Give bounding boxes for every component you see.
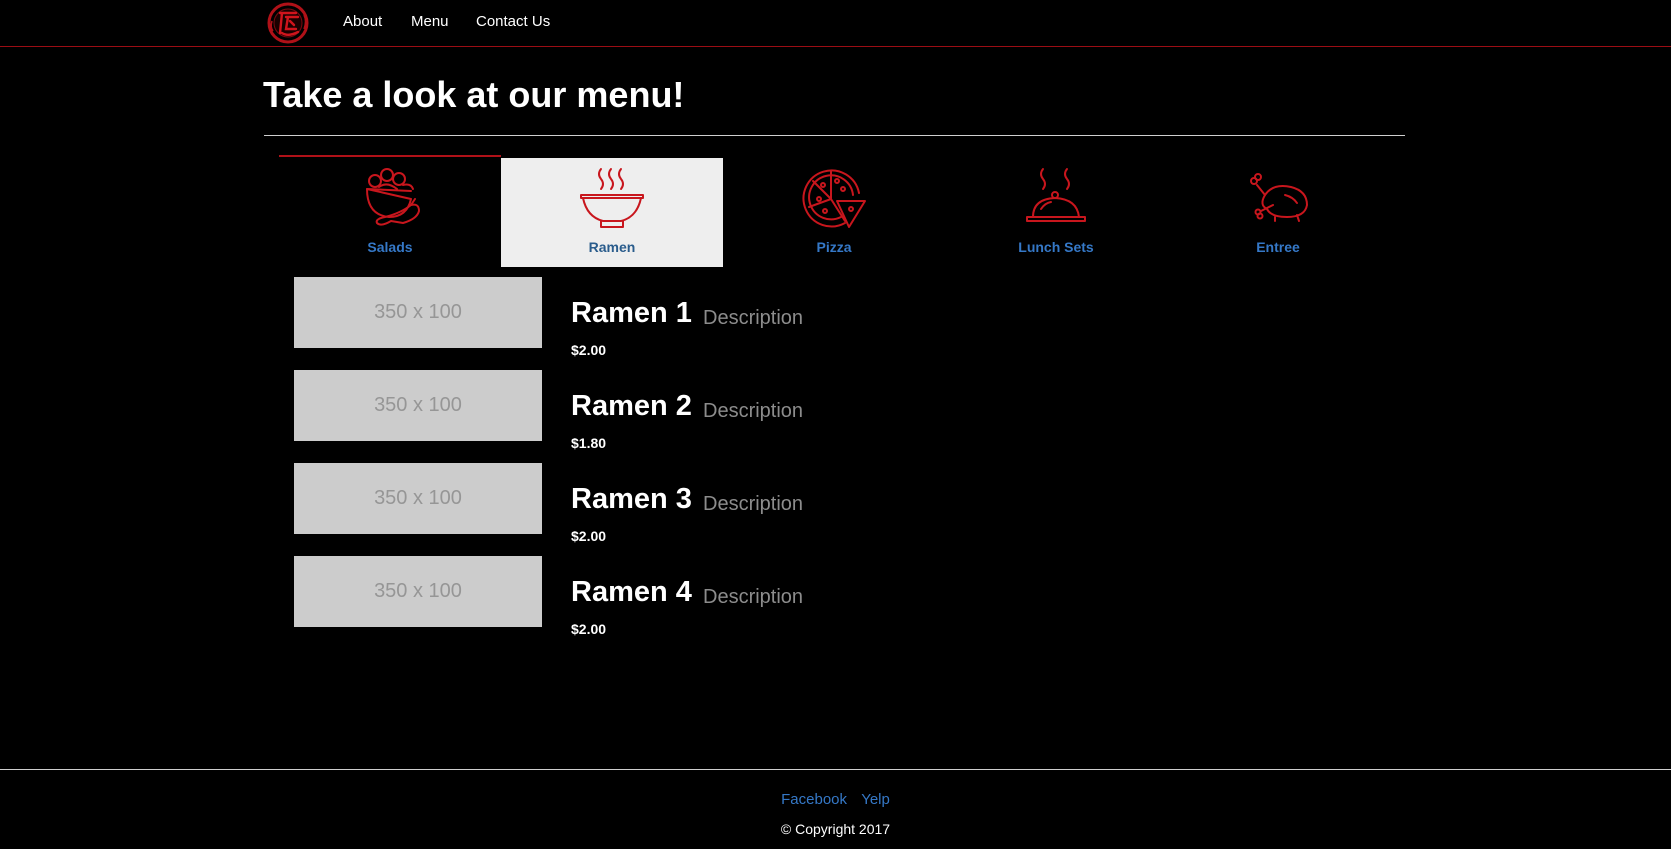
tab-ramen-label: Ramen xyxy=(588,239,636,255)
ramen-bowl-icon xyxy=(580,168,644,228)
page-title: Take a look at our menu! xyxy=(263,74,685,115)
menu-item-price: $2.00 xyxy=(571,528,607,544)
pizza-icon xyxy=(802,169,866,228)
menu-item-description: Description xyxy=(703,586,804,608)
nav-menu-link[interactable]: Menu xyxy=(411,13,449,30)
menu-item-image-placeholder: 350 x 100 xyxy=(294,370,542,441)
footer-links: Facebook Yelp xyxy=(0,791,1671,808)
restaurant-logo-icon[interactable] xyxy=(264,1,312,45)
menu-item: 350 x 100 Ramen 1 Description $2.00 xyxy=(294,277,1094,358)
menu-item-price: $2.00 xyxy=(571,342,607,358)
menu-item-description: Description xyxy=(703,493,804,515)
cloche-icon xyxy=(1026,168,1086,222)
title-divider xyxy=(264,135,1405,136)
nav-about-link[interactable]: About xyxy=(343,13,382,30)
tab-pizza[interactable]: Pizza xyxy=(723,155,945,267)
menu-item: 350 x 100 Ramen 2 Description $1.80 xyxy=(294,370,1094,451)
tab-entree[interactable]: Entree xyxy=(1167,155,1389,267)
salad-icon xyxy=(366,168,420,226)
tab-lunch-sets-label: Lunch Sets xyxy=(1018,239,1094,255)
roast-chicken-icon xyxy=(1250,173,1308,222)
menu-category-tabs: Salads Ramen Pizza Lunch Sets Entree xyxy=(279,155,1389,267)
menu-item: 350 x 100 Ramen 3 Description $2.00 xyxy=(294,463,1094,544)
menu-item-description: Description xyxy=(703,307,804,329)
menu-item-price: $2.00 xyxy=(571,621,607,637)
tab-entree-label: Entree xyxy=(1256,239,1300,255)
menu-item-image-placeholder: 350 x 100 xyxy=(294,556,542,627)
tab-salads-label: Salads xyxy=(367,239,413,255)
menu-item-name: Ramen 3 xyxy=(571,483,692,515)
menu-item-price: $1.80 xyxy=(571,435,607,451)
top-navbar: About Menu Contact Us xyxy=(0,0,1671,47)
menu-item-image-placeholder: 350 x 100 xyxy=(294,277,542,348)
tab-pizza-label: Pizza xyxy=(816,239,852,255)
menu-item-description: Description xyxy=(703,400,804,422)
menu-item-image-placeholder: 350 x 100 xyxy=(294,463,542,534)
tab-salads[interactable]: Salads xyxy=(279,155,501,267)
tab-ramen[interactable]: Ramen xyxy=(501,158,723,267)
menu-item-name: Ramen 1 xyxy=(571,297,692,329)
tab-lunch-sets[interactable]: Lunch Sets xyxy=(945,155,1167,267)
facebook-link[interactable]: Facebook xyxy=(781,791,847,808)
menu-item-name: Ramen 4 xyxy=(571,576,692,608)
nav-contact-us-link[interactable]: Contact Us xyxy=(476,13,550,30)
tab-hover-indicator xyxy=(279,155,501,157)
menu-item-name: Ramen 2 xyxy=(571,390,692,422)
yelp-link[interactable]: Yelp xyxy=(861,791,890,808)
copyright-text: © Copyright 2017 xyxy=(780,821,891,837)
menu-item: 350 x 100 Ramen 4 Description $2.00 xyxy=(294,556,1094,637)
footer-divider xyxy=(0,769,1671,770)
